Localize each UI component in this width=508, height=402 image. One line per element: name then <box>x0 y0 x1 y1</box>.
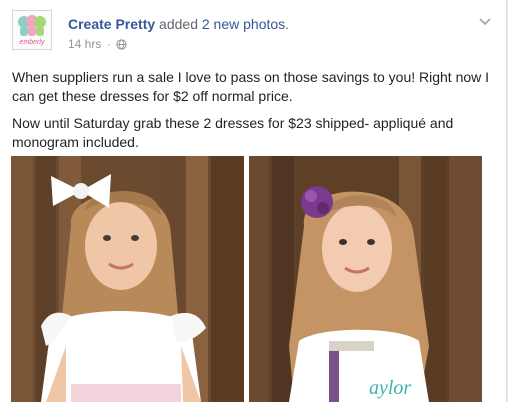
photo-2-monogram: aylor <box>369 377 411 399</box>
post-text: When suppliers run a sale I love to pass… <box>12 68 492 160</box>
meta-separator: · <box>106 37 111 51</box>
chevron-down-icon[interactable] <box>478 14 492 26</box>
post-timestamp[interactable]: 14 hrs <box>68 37 101 51</box>
post-card: emberly Create Pretty added 2 new photos… <box>0 0 507 402</box>
post-header: emberly Create Pretty added 2 new photos… <box>12 10 494 58</box>
photo-count-link[interactable]: 2 new photos <box>202 16 285 32</box>
post-meta: 14 hrs · <box>68 37 127 53</box>
page-name-link[interactable]: Create Pretty <box>68 16 155 32</box>
post-title-line: Create Pretty added 2 new photos. <box>68 16 289 32</box>
globe-icon[interactable] <box>116 39 127 53</box>
photo-1-image <box>11 156 244 402</box>
avatar-logo: emberly <box>18 15 46 46</box>
post-photo-1[interactable] <box>11 156 244 402</box>
avatar-logo-text: emberly <box>20 39 45 46</box>
post-photo-2[interactable]: aylor <box>249 156 482 402</box>
photo-2-image: aylor <box>249 156 482 402</box>
page-avatar[interactable]: emberly <box>12 10 52 50</box>
post-paragraph-1: When suppliers run a sale I love to pass… <box>12 69 490 104</box>
action-text: added <box>159 16 198 32</box>
post-paragraph-2: Now until Saturday grab these 2 dresses … <box>12 115 454 150</box>
title-period: . <box>285 16 290 32</box>
